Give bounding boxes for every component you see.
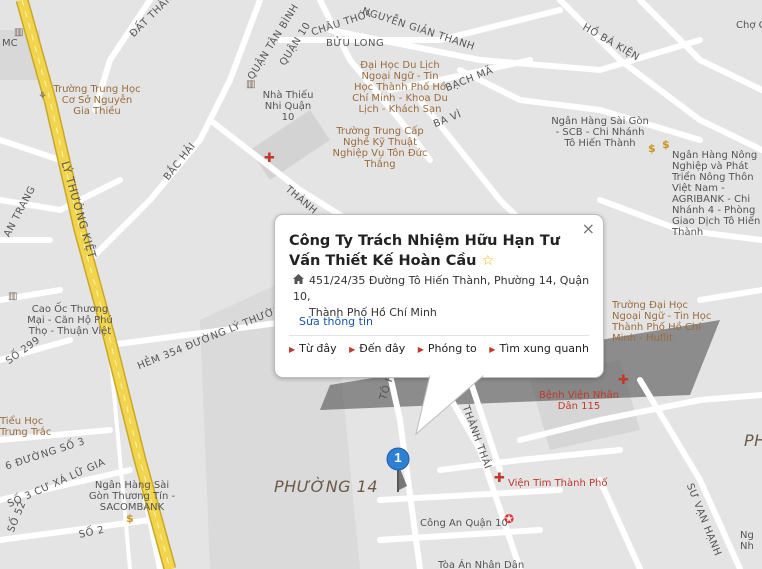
school-icon[interactable]: ⚘	[38, 92, 47, 102]
popup-actions: ▶ Từ đây ▶ Đến đây ▶ Phóng to ▶ Tìm xung qua…	[289, 335, 589, 355]
building-icon[interactable]: ▥	[246, 80, 255, 90]
place-scb[interactable]: Ngân Hàng Sài Gòn - SCB - Chi Nhánh Tô H…	[550, 116, 650, 149]
place-cao-oc[interactable]: Cao Ốc Thương Mại - Căn Hộ Phú Thọ - Thu…	[22, 304, 118, 337]
marker-pin-icon[interactable]: 1	[383, 446, 413, 492]
place-vien-tim[interactable]: Viện Tim Thành Phố	[508, 478, 607, 489]
place-nh-right: Ng Nh	[740, 530, 754, 552]
hospital-icon[interactable]: ✚	[494, 472, 505, 485]
place-nha-thieu-nhi[interactable]: Nhà Thiếu Nhi Quận 10	[258, 90, 318, 123]
building-icon[interactable]: ▥	[8, 292, 17, 302]
info-popup: × Công Ty Trách Nhiệm Hữu Hạn Tư Vấn Thi…	[274, 214, 604, 378]
action-zoom-in[interactable]: ▶ Phóng to	[418, 342, 477, 355]
bank-icon[interactable]: $	[126, 513, 134, 524]
place-toa-an[interactable]: Tòa Án Nhân Dân	[438, 560, 524, 569]
popup-title-text: Công Ty Trách Nhiệm Hữu Hạn Tư Vấn Thiết…	[289, 233, 560, 269]
edit-info-link[interactable]: Sửa thông tin	[299, 315, 373, 328]
building-icon[interactable]: ▥	[14, 28, 23, 38]
bank-icon[interactable]: $	[662, 139, 670, 150]
place-agribank[interactable]: Ngân Hàng Nông Nghiệp và Phát Triển Nông…	[672, 150, 762, 238]
popup-address: 451/24/35 Đường Tô Hiến Thành, Phường 14…	[293, 273, 593, 321]
place-tieu-hoc[interactable]: Tiểu Học Trưng Trắc	[0, 416, 62, 438]
police-icon[interactable]: ✪	[504, 513, 514, 525]
action-search-nearby[interactable]: ▶ Tìm xung quanh	[489, 342, 589, 355]
hospital-icon[interactable]: ✚	[264, 152, 275, 165]
action-to-here[interactable]: ▶ Đến đây	[349, 342, 405, 355]
address-line-1: 451/24/35 Đường Tô Hiến Thành, Phường 14…	[293, 274, 590, 303]
popup-tail	[415, 374, 486, 436]
star-icon[interactable]: ☆	[482, 253, 495, 269]
place-sacombank[interactable]: Ngân Hàng Sài Gòn Thương Tín - SACOMBANK	[84, 480, 180, 513]
place-dh-du-lich[interactable]: Đại Học Du Lịch Ngoại Ngữ - Tin Học Thàn…	[352, 60, 448, 115]
home-icon	[293, 273, 307, 289]
marker-number: 1	[394, 450, 402, 465]
action-from-here[interactable]: ▶ Từ đây	[289, 342, 337, 355]
hospital-icon[interactable]: ✚	[618, 374, 629, 387]
place-truong-nguyen-gia-thieu[interactable]: Trường Trung Học Cơ Sở Nguyễn Gia Thiều	[52, 84, 142, 117]
popup-title: Công Ty Trách Nhiệm Hữu Hạn Tư Vấn Thiết…	[289, 231, 587, 271]
bank-icon[interactable]: $	[648, 143, 656, 154]
place-cong-an[interactable]: Công An Quận 10	[420, 518, 508, 529]
place-mc: MC	[2, 38, 18, 49]
place-truong-ton-duc-thang[interactable]: Trường Trung Cấp Nghề Kỹ Thuật Nghiệp Vụ…	[330, 126, 430, 170]
place-huflit[interactable]: Trường Đại Học Ngoại Ngữ - Tin Học Thành…	[612, 300, 712, 344]
map-canvas[interactable]: LÝ THƯỜNG KIỆT ĐẤT THÁNH QUẬN TÂN BÌNH Q…	[0, 0, 762, 569]
ward-phuong-14: PHƯỜNG 14	[274, 477, 379, 496]
street-buu-long: BỬU LONG	[326, 38, 385, 49]
place-cho: Chợ Chi	[736, 20, 762, 31]
ward-ph-right: PH	[744, 431, 762, 450]
place-benh-vien-115[interactable]: Bệnh Viện Nhân Dân 115	[536, 390, 622, 412]
